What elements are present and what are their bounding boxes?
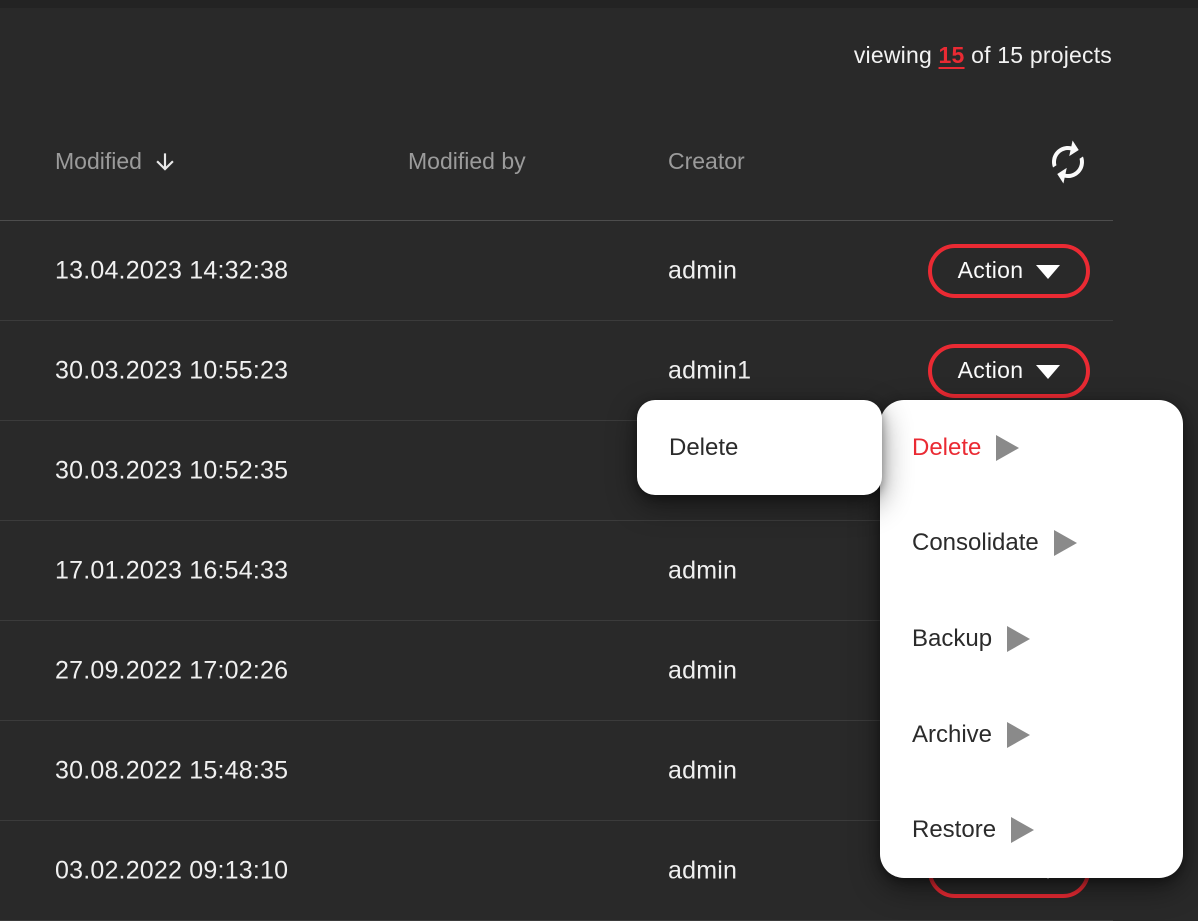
action-button[interactable]: Action — [928, 244, 1090, 298]
column-header-modified[interactable]: Modified — [55, 148, 178, 175]
action-button-label: Action — [958, 357, 1024, 384]
context-submenu: Delete — [637, 400, 882, 495]
menu-item-archive[interactable]: Archive — [880, 687, 1183, 783]
action-dropdown-menu: Delete Consolidate Backup Archive Restor… — [880, 400, 1183, 878]
creator-cell: admin — [668, 656, 737, 685]
modified-cell: 27.09.2022 17:02:26 — [55, 656, 288, 685]
modified-cell: 30.08.2022 15:48:35 — [55, 756, 288, 785]
menu-item-label: Delete — [912, 434, 981, 462]
creator-cell: admin — [668, 856, 737, 885]
modified-cell: 30.03.2023 10:55:23 — [55, 356, 288, 385]
menu-item-delete[interactable]: Delete — [880, 400, 1183, 496]
column-header-modified-by[interactable]: Modified by — [408, 148, 526, 175]
column-header-modified-label: Modified — [55, 148, 142, 175]
menu-item-label: Archive — [912, 721, 992, 749]
creator-cell: admin — [668, 556, 737, 585]
menu-item-delete[interactable]: Delete — [637, 434, 882, 462]
dropdown-caret-icon — [1036, 365, 1060, 379]
submenu-arrow-icon — [996, 435, 1019, 461]
creator-cell: admin — [668, 256, 737, 285]
menu-item-backup[interactable]: Backup — [880, 591, 1183, 687]
table-row: 13.04.2023 14:32:38 admin Action — [0, 221, 1113, 321]
refresh-icon — [1040, 134, 1097, 191]
submenu-arrow-icon — [1007, 626, 1030, 652]
submenu-arrow-icon — [1011, 817, 1034, 843]
modified-cell: 13.04.2023 14:32:38 — [55, 256, 288, 285]
action-button[interactable]: Action — [928, 344, 1090, 398]
modified-cell: 17.01.2023 16:54:33 — [55, 556, 288, 585]
refresh-button[interactable] — [1044, 138, 1092, 186]
table-header: Modified Modified by Creator — [0, 0, 1113, 221]
column-header-creator[interactable]: Creator — [668, 148, 745, 175]
modified-cell: 03.02.2022 09:13:10 — [55, 856, 288, 885]
submenu-arrow-icon — [1054, 530, 1077, 556]
action-button-label: Action — [958, 257, 1024, 284]
creator-cell: admin1 — [668, 356, 751, 385]
menu-item-label: Consolidate — [912, 529, 1039, 557]
menu-item-label: Backup — [912, 625, 992, 653]
modified-cell: 30.03.2023 10:52:35 — [55, 456, 288, 485]
creator-cell: admin — [668, 756, 737, 785]
dropdown-caret-icon — [1036, 265, 1060, 279]
submenu-arrow-icon — [1007, 722, 1030, 748]
menu-item-restore[interactable]: Restore — [880, 782, 1183, 878]
menu-item-consolidate[interactable]: Consolidate — [880, 496, 1183, 592]
sort-descending-icon — [152, 149, 178, 175]
menu-item-label: Restore — [912, 816, 996, 844]
